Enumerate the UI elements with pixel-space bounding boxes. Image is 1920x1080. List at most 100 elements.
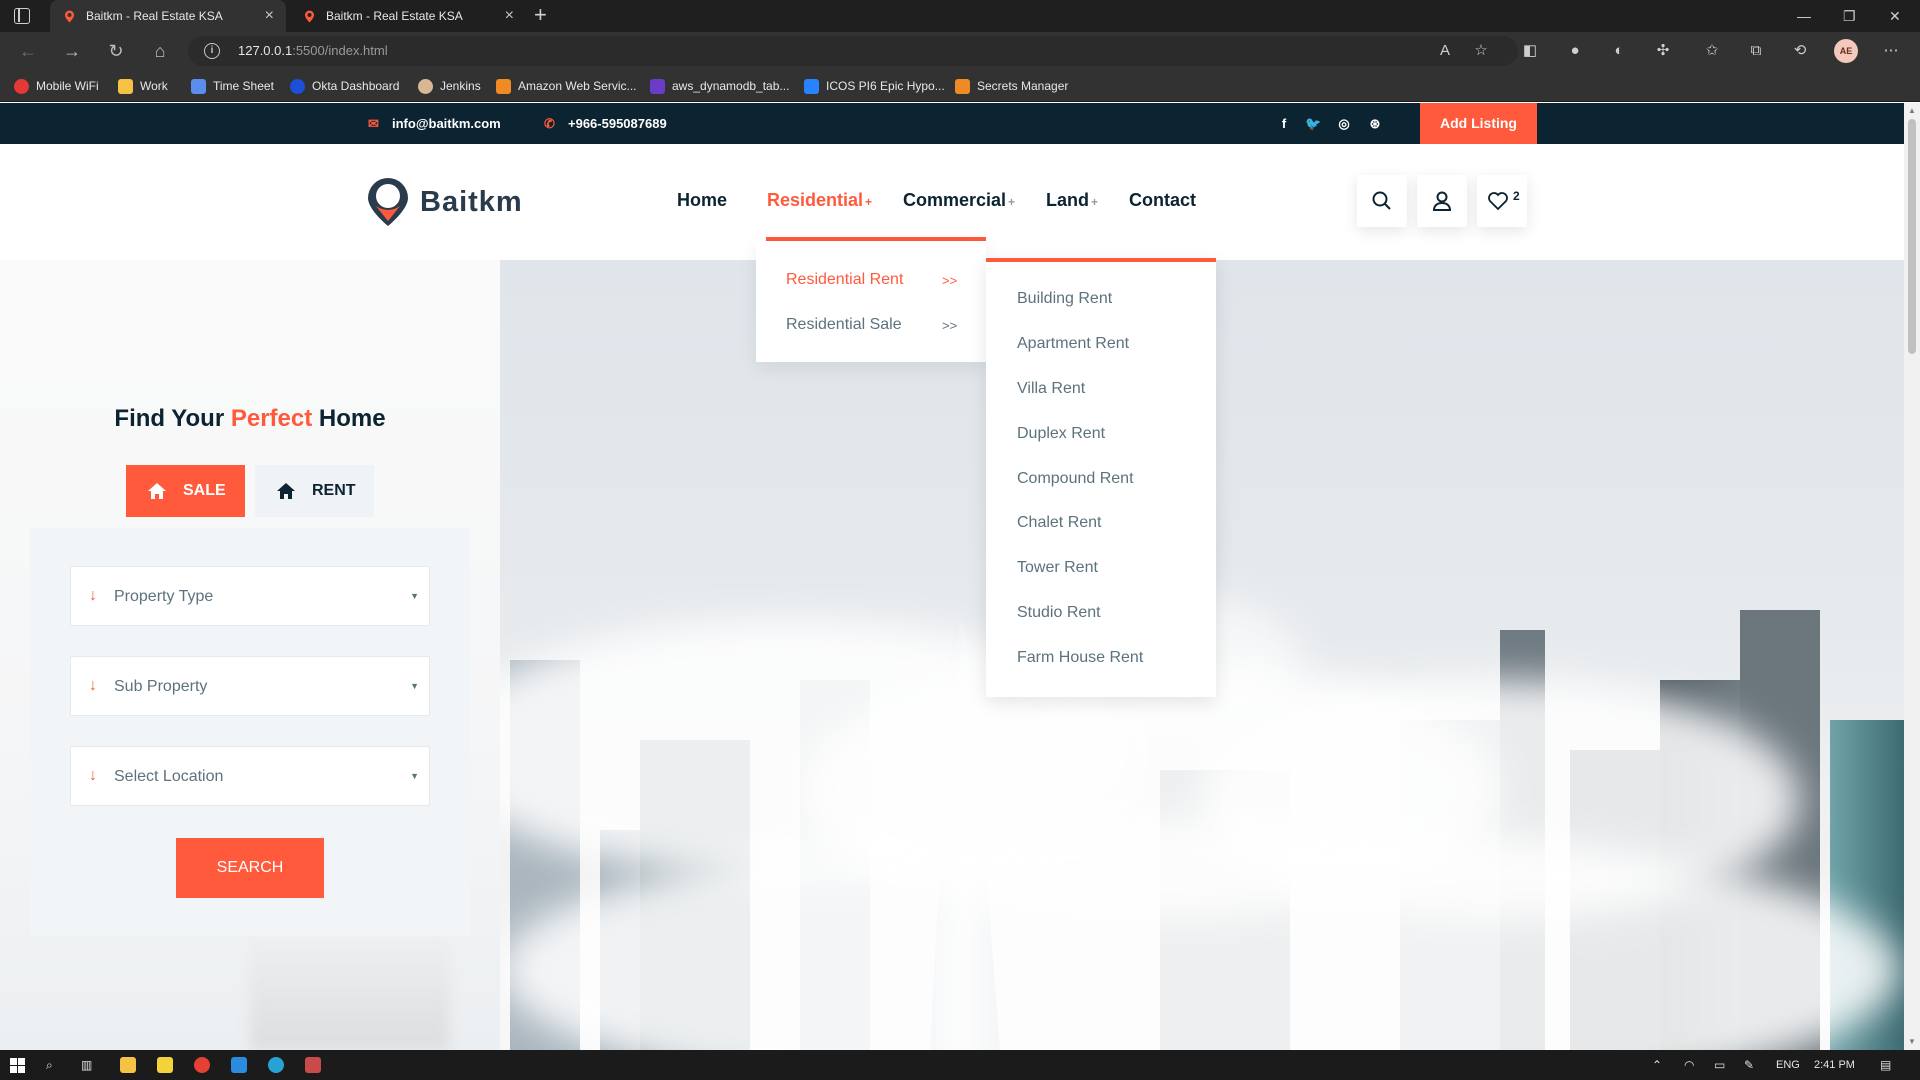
submenu-chevron: >> (942, 318, 958, 333)
scroll-thumb[interactable] (1908, 119, 1916, 354)
bookmark-item[interactable]: Secrets Manager (955, 70, 1068, 102)
notes-app-icon[interactable] (157, 1057, 173, 1073)
extension-icon[interactable]: ◧ (1521, 42, 1539, 60)
tab-rent[interactable]: RENT (255, 465, 374, 517)
search-icon[interactable]: ⌕ (46, 1057, 53, 1073)
bookmark-item[interactable]: Amazon Web Servic... (496, 70, 637, 102)
battery-icon[interactable]: ▭ (1714, 1057, 1725, 1073)
facebook-icon[interactable]: f (1276, 116, 1292, 132)
read-aloud-icon[interactable]: A (1436, 42, 1454, 60)
menu-residential-rent[interactable]: Residential Rent (786, 271, 903, 289)
scroll-up-icon[interactable]: ▲ (1908, 106, 1916, 115)
extension-icon[interactable]: ● (1566, 42, 1584, 60)
contact-phone[interactable]: ✆ +966-595087689 (544, 103, 667, 144)
file-explorer-icon[interactable] (120, 1057, 136, 1073)
nav-contact[interactable]: Contact (1129, 190, 1196, 211)
close-window-icon[interactable]: ✕ (1889, 0, 1901, 32)
scroll-down-icon[interactable]: ▼ (1908, 1037, 1916, 1046)
search-icon (1372, 191, 1391, 210)
vscode-icon[interactable] (231, 1057, 247, 1073)
wifi-icon[interactable]: ◠ (1684, 1057, 1694, 1073)
restore-icon[interactable]: ❐ (1843, 0, 1856, 32)
nav-residential[interactable]: Residential + (767, 190, 872, 211)
browser-toolbar: ← → ↻ ⌂ i 127.0.0.1:5500/index.html A ☆ … (0, 32, 1920, 70)
show-hidden-icons-chevron-icon[interactable]: ⌃ (1652, 1057, 1662, 1073)
extensions-puzzle-icon[interactable]: ✣ (1654, 42, 1672, 60)
site-favicon-icon (65, 10, 74, 23)
property-type-select[interactable]: ↓ Property Type ▼ (70, 566, 430, 626)
tab-sale[interactable]: SALE (126, 465, 245, 517)
bookmark-item[interactable]: Jenkins (418, 70, 481, 102)
instagram-icon[interactable]: ◎ (1336, 116, 1352, 132)
task-view-icon[interactable]: ▥ (81, 1057, 92, 1073)
menu-residential-sale[interactable]: Residential Sale (786, 316, 902, 334)
address-bar[interactable]: i 127.0.0.1:5500/index.html (188, 36, 1518, 66)
tab-close-icon[interactable]: × (265, 0, 274, 32)
app-icon[interactable] (305, 1057, 321, 1073)
bookmark-item[interactable]: ICOS PI6 Epic Hypo... (804, 70, 945, 102)
search-button[interactable]: SEARCH (176, 838, 324, 898)
bookmark-item[interactable]: aws_dynamodb_tab... (650, 70, 789, 102)
residential-dropdown: Residential Rent >> Residential Sale >> (756, 241, 986, 362)
forward-icon[interactable]: → (60, 39, 84, 63)
add-listing-button[interactable]: Add Listing (1420, 103, 1537, 144)
submenu-item[interactable]: Tower Rent (1017, 559, 1098, 577)
collections-icon[interactable]: ⧉ (1747, 42, 1765, 60)
more-options-icon[interactable]: ⋯ (1882, 42, 1900, 60)
bookmark-item[interactable]: Mobile WiFi (14, 70, 99, 102)
browser-tab-1[interactable]: Baitkm - Real Estate KSA × (50, 0, 286, 32)
nav-land[interactable]: Land + (1046, 190, 1098, 211)
page-scrollbar[interactable]: ▲ ▼ (1904, 103, 1920, 1050)
chevron-down-icon: ▼ (410, 681, 419, 691)
bookmark-item[interactable]: Work (118, 70, 168, 102)
history-icon[interactable]: ⟲ (1791, 42, 1809, 60)
new-tab-icon[interactable]: + (534, 0, 547, 30)
favorite-star-icon[interactable]: ☆ (1472, 42, 1490, 60)
nav-home[interactable]: Home (677, 190, 727, 211)
arrow-down-icon: ↓ (89, 677, 97, 694)
site-info-icon[interactable]: i (204, 43, 220, 59)
browser-tab-2[interactable]: Baitkm - Real Estate KSA × (290, 0, 526, 32)
clock[interactable]: 2:41 PM (1814, 1050, 1855, 1080)
header-search-button[interactable] (1357, 175, 1407, 227)
extension-icon[interactable]: ◐ (1610, 42, 1628, 60)
minimize-icon[interactable]: — (1797, 0, 1811, 32)
back-icon[interactable]: ← (16, 39, 40, 63)
jenkins-icon (418, 79, 433, 94)
submenu-item[interactable]: Villa Rent (1017, 380, 1085, 398)
dribbble-icon[interactable]: ⊛ (1367, 116, 1383, 132)
pen-icon[interactable]: ✎ (1744, 1057, 1754, 1073)
submenu-item[interactable]: Studio Rent (1017, 604, 1101, 622)
submenu-item[interactable]: Apartment Rent (1017, 335, 1129, 353)
contact-email[interactable]: ✉ info@baitkm.com (368, 103, 501, 144)
reload-icon[interactable]: ↻ (104, 39, 128, 63)
location-select[interactable]: ↓ Select Location ▼ (70, 746, 430, 806)
folder-icon (118, 79, 133, 94)
windows-start-icon[interactable] (10, 1058, 25, 1073)
notifications-icon[interactable]: ▤ (1880, 1057, 1891, 1073)
submenu-item[interactable]: Compound Rent (1017, 470, 1134, 488)
favorites-icon[interactable]: ✩ (1703, 42, 1721, 60)
home-icon (148, 483, 166, 499)
bookmark-item[interactable]: Time Sheet (191, 70, 274, 102)
submenu-item[interactable]: Chalet Rent (1017, 514, 1102, 532)
twitter-icon[interactable]: 🐦 (1305, 116, 1321, 132)
logo-text: Baitkm (420, 186, 523, 218)
home-icon[interactable]: ⌂ (148, 39, 172, 63)
sub-property-select[interactable]: ↓ Sub Property ▼ (70, 656, 430, 716)
header-account-button[interactable] (1417, 175, 1467, 227)
search-form: ↓ Property Type ▼ ↓ Sub Property ▼ ↓ Sel… (30, 528, 470, 936)
aws-icon (955, 79, 970, 94)
arrow-down-icon: ↓ (89, 767, 97, 784)
submenu-item[interactable]: Farm House Rent (1017, 649, 1143, 667)
submenu-item[interactable]: Duplex Rent (1017, 425, 1105, 443)
language-indicator[interactable]: ENG (1776, 1050, 1800, 1080)
nav-commercial[interactable]: Commercial + (903, 190, 1015, 211)
chrome-icon[interactable] (194, 1057, 210, 1073)
profile-avatar[interactable]: AE (1834, 39, 1858, 63)
edge-icon[interactable] (268, 1057, 284, 1073)
submenu-item[interactable]: Building Rent (1017, 290, 1112, 308)
bookmark-item[interactable]: Okta Dashboard (290, 70, 399, 102)
tab-close-icon[interactable]: × (505, 0, 514, 32)
tab-actions-icon[interactable] (14, 8, 30, 24)
